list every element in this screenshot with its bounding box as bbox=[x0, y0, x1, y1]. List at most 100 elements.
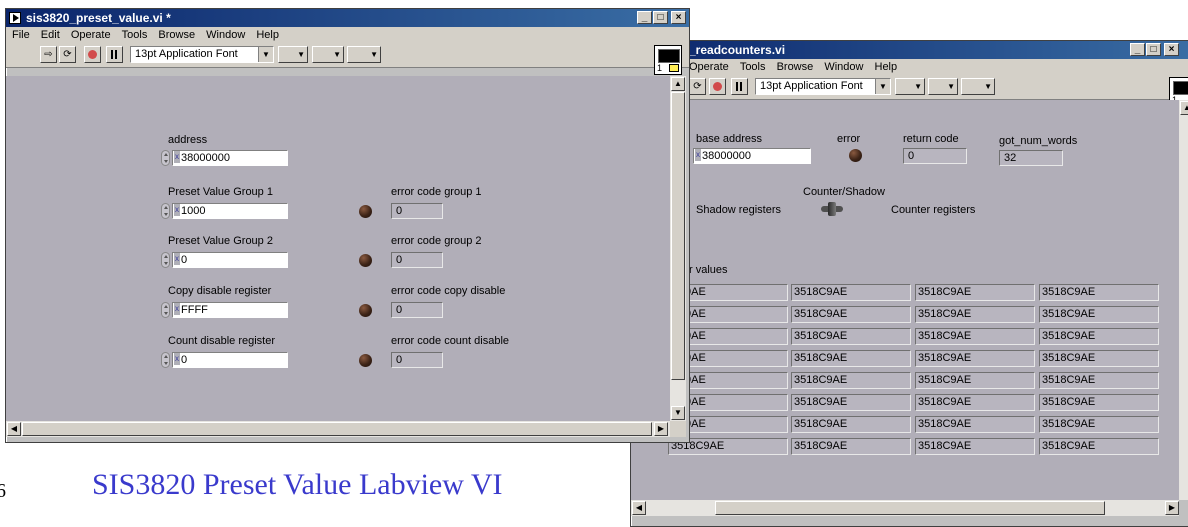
abort-button[interactable] bbox=[709, 78, 726, 95]
pause-button[interactable] bbox=[731, 78, 748, 95]
toolbar: ⇨ ⟳ 13pt Application Font ▼ ▼ ▼ ▼ 1 bbox=[6, 43, 689, 75]
menu-window[interactable]: Window bbox=[824, 61, 863, 73]
scroll-left-icon[interactable]: ◀ bbox=[632, 501, 646, 515]
base-address-input[interactable]: x 38000000 bbox=[693, 148, 811, 164]
labview-app-icon bbox=[9, 12, 21, 24]
minimize-button[interactable]: _ bbox=[637, 11, 652, 24]
return-code-indicator: 0 bbox=[903, 148, 967, 164]
vi-icon[interactable]: 1 bbox=[654, 45, 682, 75]
menu-operate[interactable]: Operate bbox=[689, 61, 729, 73]
got-num-words-label: got_num_words bbox=[999, 135, 1078, 147]
scroll-up-icon[interactable]: ▲ bbox=[1180, 101, 1188, 115]
menu-browse[interactable]: Browse bbox=[158, 29, 195, 41]
vertical-scrollbar[interactable]: ▲ ▼ bbox=[670, 76, 686, 421]
error-label: error bbox=[837, 133, 861, 145]
array-cell: 3518C9AE bbox=[791, 328, 911, 345]
preset-group2-input[interactable]: x0 bbox=[172, 252, 288, 268]
menu-operate[interactable]: Operate bbox=[71, 29, 111, 41]
return-code-label: return code bbox=[903, 133, 959, 145]
horizontal-scroll-thumb[interactable] bbox=[715, 501, 1105, 515]
minimize-button[interactable]: _ bbox=[1130, 43, 1145, 56]
font-selector[interactable]: 13pt Application Font ▼ bbox=[130, 46, 274, 63]
got-num-words-indicator: 32 bbox=[999, 150, 1063, 166]
distribute-objects-button[interactable]: ▼ bbox=[312, 46, 344, 63]
menu-browse[interactable]: Browse bbox=[777, 61, 814, 73]
close-button[interactable]: × bbox=[1164, 43, 1179, 56]
title-bar[interactable]: _readcounters.vi _ □ × bbox=[631, 41, 1188, 59]
radix-icon: x bbox=[174, 353, 180, 365]
error-count-disable-label: error code count disable bbox=[391, 335, 510, 347]
abort-button[interactable] bbox=[84, 46, 101, 63]
scroll-up-icon[interactable]: ▲ bbox=[671, 77, 685, 91]
maximize-button[interactable]: □ bbox=[1146, 43, 1161, 56]
array-cell: 3518C9AE bbox=[915, 328, 1035, 345]
menu-edit[interactable]: Edit bbox=[41, 29, 60, 41]
menu-window[interactable]: Window bbox=[206, 29, 245, 41]
preset-group2-spinner[interactable] bbox=[161, 252, 170, 268]
screen-icon bbox=[658, 49, 680, 63]
count-disable-input[interactable]: x0 bbox=[172, 352, 288, 368]
error-group1-label: error code group 1 bbox=[391, 186, 482, 198]
menu-tools[interactable]: Tools bbox=[122, 29, 148, 41]
count-disable-spinner[interactable] bbox=[161, 352, 170, 368]
run-continuously-button[interactable]: ⟳ bbox=[59, 46, 76, 63]
counter-shadow-toggle[interactable] bbox=[819, 202, 845, 216]
front-panel: base address x 38000000 error return code… bbox=[631, 100, 1179, 500]
shadow-registers-label: Shadow registers bbox=[696, 204, 781, 216]
count-disable-led-icon bbox=[359, 354, 372, 367]
error-copy-disable-label: error code copy disable bbox=[391, 285, 506, 297]
array-cell: 3518C9AE bbox=[915, 372, 1035, 389]
reorder-button[interactable]: ▼ bbox=[961, 78, 995, 95]
array-cell: 3518C9AE bbox=[915, 416, 1035, 433]
array-cell: 3518C9AE bbox=[1039, 416, 1159, 433]
size-grip-icon[interactable] bbox=[670, 421, 686, 437]
run-continuously-button[interactable]: ⟳ bbox=[689, 78, 706, 95]
menu-help[interactable]: Help bbox=[256, 29, 279, 41]
horizontal-scrollbar[interactable]: ◀ ▶ bbox=[631, 500, 1179, 516]
maximize-button[interactable]: □ bbox=[653, 11, 668, 24]
horizontal-scrollbar[interactable]: ◀ ▶ bbox=[6, 421, 670, 437]
address-label: address bbox=[168, 134, 208, 146]
menu-file[interactable]: File bbox=[12, 29, 30, 41]
pause-button[interactable] bbox=[106, 46, 123, 63]
align-objects-button[interactable]: ▼ bbox=[278, 46, 308, 63]
window-title: _readcounters.vi bbox=[689, 43, 786, 57]
run-button[interactable]: ⇨ bbox=[40, 46, 57, 63]
scroll-right-icon[interactable]: ▶ bbox=[1165, 501, 1179, 515]
font-selector[interactable]: 13pt Application Font ▼ bbox=[755, 78, 891, 95]
scroll-right-icon[interactable]: ▶ bbox=[654, 422, 668, 436]
counter-values-array: 8C9AE3518C9AE3518C9AE3518C9AE8C9AE3518C9… bbox=[668, 284, 1168, 474]
copy-disable-spinner[interactable] bbox=[161, 302, 170, 318]
window-title: sis3820_preset_value.vi * bbox=[26, 11, 171, 25]
address-input[interactable]: x 38000000 bbox=[172, 150, 288, 166]
array-cell: 3518C9AE bbox=[1039, 350, 1159, 367]
vertical-scroll-thumb[interactable] bbox=[671, 92, 685, 380]
toolbar: ⟳ 13pt Application Font ▼ ▼ ▼ ▼ 1 bbox=[631, 75, 1188, 107]
copy-disable-label: Copy disable register bbox=[168, 285, 272, 297]
preset-group1-spinner[interactable] bbox=[161, 203, 170, 219]
reorder-button[interactable]: ▼ bbox=[347, 46, 381, 63]
menu-help[interactable]: Help bbox=[875, 61, 898, 73]
base-address-label: base address bbox=[696, 133, 763, 145]
count-disable-label: Count disable register bbox=[168, 335, 276, 347]
menu-bar: Operate Tools Browse Window Help bbox=[631, 59, 1188, 75]
array-cell: 3518C9AE bbox=[791, 416, 911, 433]
toggle-knob-icon bbox=[828, 202, 836, 216]
align-objects-button[interactable]: ▼ bbox=[895, 78, 925, 95]
distribute-objects-button[interactable]: ▼ bbox=[928, 78, 958, 95]
preset-group1-input[interactable]: x 1000 bbox=[172, 203, 288, 219]
error-group2-indicator: 0 bbox=[391, 252, 443, 268]
close-button[interactable]: × bbox=[671, 11, 686, 24]
scroll-left-icon[interactable]: ◀ bbox=[7, 422, 21, 436]
menu-tools[interactable]: Tools bbox=[740, 61, 766, 73]
counter-shadow-label: Counter/Shadow bbox=[803, 186, 885, 198]
readcounters-window: _readcounters.vi _ □ × Operate Tools Bro… bbox=[630, 40, 1188, 527]
title-bar[interactable]: sis3820_preset_value.vi * _ □ × bbox=[6, 9, 689, 27]
scroll-down-icon[interactable]: ▼ bbox=[671, 406, 685, 420]
copy-disable-input[interactable]: x FFFF bbox=[172, 302, 288, 318]
array-cell: 3518C9AE bbox=[791, 350, 911, 367]
address-spinner[interactable] bbox=[161, 150, 170, 166]
vertical-scrollbar[interactable]: ▲ bbox=[1179, 100, 1188, 500]
chevron-down-icon: ▼ bbox=[258, 47, 273, 62]
horizontal-scroll-thumb[interactable] bbox=[22, 422, 652, 436]
